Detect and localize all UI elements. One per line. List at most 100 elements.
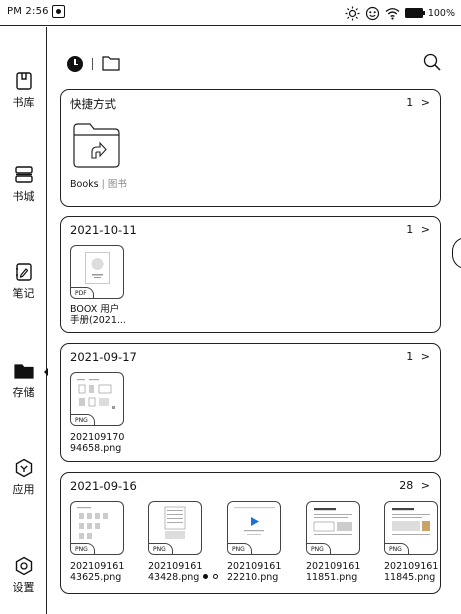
file-name: BOOX 用户 手册(2021...	[70, 304, 150, 326]
battery-percent: 100%	[427, 7, 455, 19]
sidebar-item-label: 设置	[12, 581, 35, 594]
file-name: 202109161 11851.png	[306, 561, 386, 583]
brightness-icon[interactable]	[345, 6, 360, 21]
file-name-line: 22210.png	[227, 572, 279, 583]
sidebar-item-bookstore[interactable]: 书城	[0, 164, 47, 204]
file-name: 202109161 43625.png	[70, 561, 150, 583]
storage-folder-icon	[13, 364, 34, 379]
sidebar-item-label: 笔记	[12, 287, 35, 300]
library-icon	[15, 72, 32, 90]
file-name-line: 43428.png	[148, 572, 200, 583]
file-name: 202109170 94658.png	[70, 432, 150, 454]
screenshot-preview	[164, 506, 186, 539]
screenshot-preview	[77, 507, 108, 539]
file-name-line: 202109161	[227, 561, 282, 572]
sidebar-item-notes[interactable]: 笔记	[0, 261, 47, 301]
header-divider	[92, 58, 93, 70]
screenshot-preview	[392, 508, 430, 535]
group-date: 2021-09-16	[70, 479, 137, 493]
file-thumbnail[interactable]: PNG	[306, 501, 360, 555]
apps-icon	[15, 458, 32, 478]
chevron-right-icon: >	[420, 479, 430, 492]
file-name-line: 43625.png	[70, 572, 122, 583]
bookstore-icon	[14, 166, 33, 183]
item-count: 1	[406, 350, 414, 363]
file-thumbnail[interactable]: PNG	[148, 501, 202, 555]
screenshot-preview	[313, 508, 352, 535]
file-thumbnail[interactable]: PNG	[70, 501, 124, 555]
date-group-card: 2021-09-16 28 > PNG 202109161 43625.png	[60, 472, 441, 594]
file-name-line: 94658.png	[70, 443, 122, 454]
recent-clock-icon[interactable]	[67, 56, 83, 72]
chevron-right-icon: >	[420, 96, 430, 109]
file-type-badge: PNG	[307, 543, 331, 554]
wifi-icon[interactable]	[385, 7, 400, 20]
shortcut-folder-tile[interactable]	[72, 122, 121, 169]
settings-icon	[15, 556, 32, 576]
file-type-badge: PNG	[71, 414, 95, 425]
pdf-cover-preview	[85, 252, 110, 284]
sidebar-item-label: 书城	[12, 190, 35, 203]
shortcut-subtitle: 图书	[107, 179, 127, 190]
file-name-line: 202109161	[306, 561, 361, 572]
file-name: 202109161 22210.png	[227, 561, 307, 583]
file-type-badge: PNG	[228, 543, 252, 554]
status-icons: 100%	[345, 4, 455, 22]
card-title: 快捷方式	[70, 97, 116, 111]
status-time: PM 2:56	[7, 6, 49, 17]
file-name-line: 202109161	[148, 561, 203, 572]
sidebar: 书库 书城 笔记 存储 应用 设置	[0, 27, 48, 614]
screenshot-preview	[77, 379, 115, 409]
page-dot[interactable]	[213, 574, 218, 579]
notes-icon	[15, 263, 32, 281]
date-group-card: 2021-10-11 1 > PDF BOOX 用户 手册(2021...	[60, 216, 441, 333]
file-name-line: 202109161	[384, 561, 439, 572]
refresh-mode-icon[interactable]	[365, 6, 380, 21]
file-type-badge: PNG	[149, 543, 173, 554]
sidebar-item-storage[interactable]: 存储	[0, 360, 48, 400]
date-group-card: 2021-09-17 1 > PNG 202109170 94658.png	[60, 343, 441, 462]
file-name: 202109161 11845.png	[384, 561, 461, 583]
shortcut-name: Books	[70, 179, 99, 190]
card-count-link[interactable]: 1 >	[406, 223, 430, 236]
card-count-link[interactable]: 28 >	[399, 479, 430, 492]
file-name-line: 手册(2021...	[70, 315, 126, 326]
group-date: 2021-09-17	[70, 350, 137, 364]
file-name-line: 11851.png	[306, 572, 358, 583]
group-date: 2021-10-11	[70, 223, 137, 237]
file-name-line: 202109161	[70, 561, 125, 572]
file-name: 202109161 43428.png	[148, 561, 228, 583]
file-thumbnail[interactable]: PNG	[227, 501, 281, 555]
shortcuts-card: 快捷方式 1 > Books | 图书	[60, 89, 441, 207]
file-thumbnail[interactable]: PNG	[70, 372, 124, 426]
sidebar-item-settings[interactable]: 设置	[0, 555, 47, 595]
file-type-badge: PDF	[71, 287, 94, 298]
card-count-link[interactable]: 1 >	[406, 350, 430, 363]
file-name-line: 11845.png	[384, 572, 436, 583]
file-name-line: BOOX 用户	[70, 304, 120, 315]
chevron-right-icon: >	[420, 350, 430, 363]
app-indicator-icon	[52, 5, 65, 18]
sidebar-item-library[interactable]: 书库	[0, 70, 47, 110]
file-type-badge: PNG	[385, 543, 409, 554]
page-dot-active[interactable]	[203, 574, 208, 579]
item-count: 1	[406, 96, 414, 109]
status-bar: PM 2:56 100%	[0, 0, 461, 26]
sidebar-item-label: 应用	[12, 483, 35, 496]
shortcut-label: Books | 图书	[70, 176, 127, 190]
storage-main: 快捷方式 1 > Books | 图书 2021-10-11 1 > PDF B…	[48, 27, 461, 614]
folder-view-icon[interactable]	[102, 55, 120, 71]
page-indicator	[203, 574, 218, 579]
file-type-badge: PNG	[71, 543, 95, 554]
file-thumbnail[interactable]: PNG	[384, 501, 438, 555]
search-icon[interactable]	[423, 53, 441, 71]
item-count: 28	[399, 479, 414, 492]
sidebar-item-apps[interactable]: 应用	[0, 457, 47, 497]
sidebar-item-label: 书库	[12, 96, 35, 109]
battery-icon	[404, 8, 426, 18]
screenshot-preview	[234, 507, 275, 535]
item-count: 1	[406, 223, 414, 236]
file-thumbnail[interactable]: PDF	[70, 245, 124, 299]
chevron-right-icon: >	[420, 223, 430, 236]
card-count-link[interactable]: 1 >	[406, 96, 430, 109]
